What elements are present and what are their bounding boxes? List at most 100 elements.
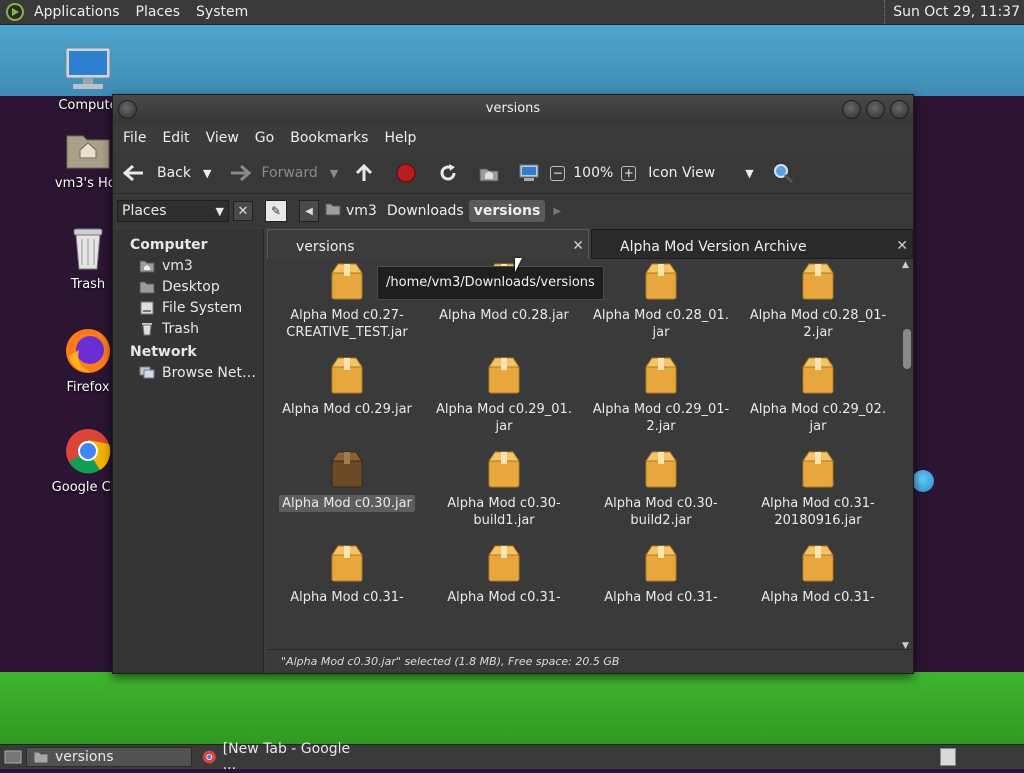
- top-menu: Applications Places System: [26, 0, 256, 24]
- file-item[interactable]: Alpha Mod c0.29_02. jar: [743, 355, 893, 435]
- file-name-line: Alpha Mod c0.29_01.: [436, 402, 572, 417]
- file-item[interactable]: Alpha Mod c0.30.jar: [272, 449, 422, 512]
- top-panel: Applications Places System Sun Oct 29, 1…: [0, 0, 1024, 25]
- back-button[interactable]: Back ▼: [123, 157, 211, 189]
- home-folder-icon: [66, 135, 110, 169]
- home-icon: [479, 168, 499, 182]
- file-item[interactable]: Alpha Mod c0.29_01- 2.jar: [586, 355, 736, 435]
- stop-button[interactable]: [396, 157, 416, 189]
- jar-package-icon: [331, 357, 363, 394]
- menu-help[interactable]: Help: [376, 130, 424, 146]
- tab-alpha-mod-version-archive[interactable]: Alpha Mod Version Archive ✕: [591, 229, 913, 259]
- menu-places[interactable]: Places: [128, 4, 189, 20]
- file-item[interactable]: Alpha Mod c0.31-: [586, 543, 736, 606]
- menu-file[interactable]: File: [115, 130, 154, 146]
- file-name: Alpha Mod c0.28_01- 2.jar: [747, 307, 889, 341]
- sidebar-item-browse-network[interactable]: Browse Net…: [113, 363, 263, 384]
- taskbar-item-chrome[interactable]: [New Tab - Google ...: [196, 741, 362, 773]
- breadcrumb-versions[interactable]: versions: [468, 200, 546, 222]
- menu-system[interactable]: System: [188, 4, 256, 20]
- file-name-line: Alpha Mod c0.31-: [290, 590, 404, 605]
- chrome-icon: [202, 750, 216, 764]
- desktop-wallpaper-sky: [0, 24, 1024, 96]
- home-icon: [139, 260, 155, 273]
- scrollbar-thumb[interactable]: [903, 329, 911, 369]
- file-item[interactable]: Alpha Mod c0.31-: [429, 543, 579, 606]
- breadcrumb-downloads[interactable]: Downloads: [382, 200, 469, 222]
- chrome-icon: [66, 429, 111, 474]
- breadcrumb-vm3[interactable]: vm3: [341, 200, 382, 222]
- view-mode-select[interactable]: Icon View ▼: [648, 157, 753, 189]
- zoom-level[interactable]: 100%: [573, 157, 613, 189]
- stop-icon: [396, 163, 416, 183]
- home-button[interactable]: [478, 157, 500, 189]
- maximize-button[interactable]: [866, 100, 885, 119]
- file-name: Alpha Mod c0.31-: [601, 589, 720, 606]
- sidebar-item-trash[interactable]: Trash: [113, 319, 263, 340]
- search-button[interactable]: [772, 157, 794, 189]
- close-button[interactable]: [890, 100, 909, 119]
- file-name: Alpha Mod c0.29_01.jar: [433, 401, 575, 435]
- file-item[interactable]: Alpha Mod c0.31- 20180916.jar: [743, 449, 893, 529]
- toolbar: Back ▼ Forward ▼ − 100% + Icon View ▼: [113, 153, 913, 194]
- sidebar-item-desktop[interactable]: Desktop: [113, 277, 263, 298]
- show-desktop-icon[interactable]: [4, 749, 22, 765]
- sidebar-item-label: Desktop: [162, 279, 220, 295]
- file-name: Alpha Mod c0.30.jar: [279, 495, 415, 512]
- file-item[interactable]: Alpha Mod c0.31-: [743, 543, 893, 606]
- toggle-location-entry-button[interactable]: ✎: [265, 200, 287, 222]
- taskbar-item-versions[interactable]: versions: [26, 747, 192, 767]
- location-bar: Places ▼ ✕ ✎ ◀ vm3 Downloads versions ▶: [113, 194, 913, 228]
- window-menu-button[interactable]: [118, 100, 137, 119]
- places-sidebar: Computer vm3 Desktop File System Trash N…: [113, 229, 264, 673]
- file-name-line: Alpha Mod c0.29.jar: [282, 402, 412, 417]
- menu-bookmarks[interactable]: Bookmarks: [282, 130, 376, 146]
- sidebar-header-computer: Computer: [130, 237, 208, 253]
- forward-button[interactable]: Forward ▼: [229, 157, 338, 189]
- sidebar-item-vm3[interactable]: vm3: [113, 256, 263, 277]
- view-mode-label: Icon View: [648, 165, 716, 181]
- file-item[interactable]: Alpha Mod c0.29_01.jar: [429, 355, 579, 435]
- file-item[interactable]: Alpha Mod c0.30- build1.jar: [429, 449, 579, 529]
- zoom-in-button[interactable]: +: [621, 157, 637, 189]
- breadcrumb-scroll-right-button[interactable]: ▶: [553, 206, 561, 217]
- pencil-icon: ✎: [270, 204, 282, 218]
- sidebar-type-select[interactable]: Places ▼: [117, 200, 229, 222]
- up-button[interactable]: [354, 157, 374, 189]
- breadcrumb-scroll-left-button[interactable]: ◀: [299, 200, 319, 222]
- home-folder-icon: [325, 202, 341, 220]
- scroll-up-arrow-icon[interactable]: ▲: [902, 260, 909, 270]
- minimize-button[interactable]: [842, 100, 861, 119]
- menu-edit[interactable]: Edit: [154, 130, 197, 146]
- task-label: versions: [55, 749, 114, 765]
- jar-package-icon: [645, 357, 677, 394]
- menu-applications[interactable]: Applications: [26, 4, 128, 20]
- sidebar-item-file-system[interactable]: File System: [113, 298, 263, 319]
- menu-view[interactable]: View: [198, 130, 247, 146]
- clock[interactable]: Sun Oct 29, 11:37: [884, 0, 1020, 24]
- forward-history-chevron-icon[interactable]: ▼: [330, 167, 338, 180]
- file-item[interactable]: Alpha Mod c0.29.jar: [272, 355, 422, 418]
- file-item[interactable]: Alpha Mod c0.28_01- 2.jar: [743, 261, 893, 341]
- workspace-switcher[interactable]: [940, 748, 956, 766]
- file-item[interactable]: Alpha Mod c0.30- build2.jar: [586, 449, 736, 529]
- computer-button[interactable]: [518, 157, 540, 189]
- file-name-line: jar: [495, 419, 513, 434]
- window-titlebar[interactable]: versions: [113, 95, 913, 123]
- back-history-chevron-icon[interactable]: ▼: [203, 167, 211, 180]
- vertical-scrollbar[interactable]: ▲ ▼: [901, 260, 911, 651]
- file-name: Alpha Mod c0.27- CREATIVE_TEST.jar: [283, 307, 410, 341]
- zoom-out-button[interactable]: −: [550, 157, 566, 189]
- tab-close-icon[interactable]: ✕: [572, 230, 584, 262]
- applications-logo-icon[interactable]: [6, 3, 24, 21]
- tab-versions[interactable]: versions ✕: [267, 229, 589, 259]
- file-item[interactable]: Alpha Mod c0.31-: [272, 543, 422, 606]
- close-sidebar-button[interactable]: ✕: [233, 201, 253, 221]
- reload-button[interactable]: [438, 157, 458, 189]
- zoom-in-icon: +: [621, 165, 637, 181]
- tab-close-icon[interactable]: ✕: [896, 230, 908, 262]
- file-name-line: Alpha Mod c0.31-: [761, 590, 875, 605]
- file-item[interactable]: Alpha Mod c0.28_01. jar: [586, 261, 736, 341]
- jar-package-icon: [645, 451, 677, 488]
- menu-go[interactable]: Go: [247, 130, 282, 146]
